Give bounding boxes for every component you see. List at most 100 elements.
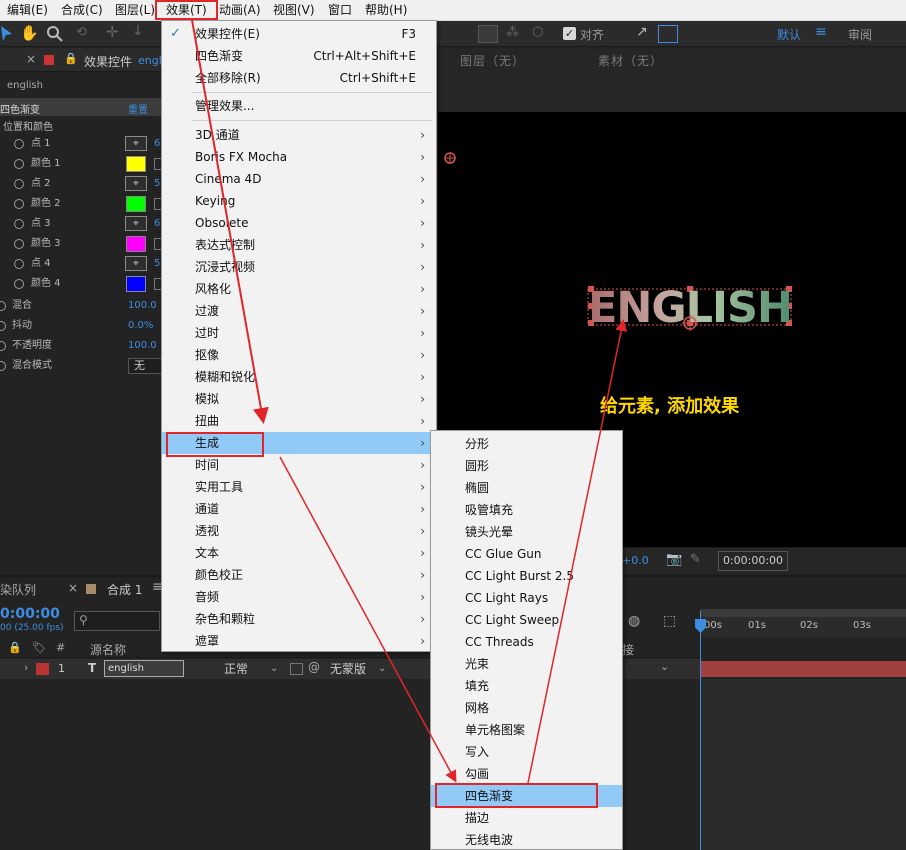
layer-name-field[interactable]: english [104, 660, 184, 677]
time-ruler[interactable]: 00s 01s 02s 03s [700, 617, 906, 637]
comp-tab[interactable]: 合成 1 [107, 581, 142, 598]
close-icon[interactable]: × [68, 581, 78, 595]
menu-item-immersive-video[interactable]: 沉浸式视频 › [162, 256, 436, 278]
render-queue-tab[interactable]: 染队列 [0, 581, 36, 598]
menu-view[interactable]: 视图(V) [273, 0, 315, 21]
menu-item-channel[interactable]: 通道 › [162, 498, 436, 520]
blend-mode-select[interactable]: 无 [128, 358, 162, 374]
menu-item-stylize[interactable]: 风格化 › [162, 278, 436, 300]
submenu-item-stroke[interactable]: 描边 [431, 807, 622, 829]
menu-item-matte[interactable]: 遮罩 › [162, 630, 436, 652]
reset-link[interactable]: 重置 [128, 101, 148, 116]
motion-blur-icon[interactable]: ◍ [628, 613, 640, 629]
color-4-swatch[interactable] [126, 276, 146, 292]
color-2-swatch[interactable] [126, 196, 146, 212]
point-4-value[interactable]: 5 [154, 254, 160, 274]
chevron-down-icon[interactable]: ⌄ [660, 660, 669, 673]
blend-mode-dropdown[interactable]: 正常 ⌄ [218, 660, 284, 678]
lock-icon[interactable]: 🔒 [64, 52, 78, 65]
submenu-item-cell-pattern[interactable]: 单元格图案 [431, 719, 622, 741]
effect-header[interactable]: 四色渐变 重置 [0, 98, 162, 116]
pan-behind-icon[interactable]: ↓ [132, 23, 144, 39]
point-target-icon[interactable]: ⌖ [125, 136, 147, 151]
stopwatch-icon[interactable] [14, 279, 24, 289]
timeline-timecode[interactable]: 0:00:00 [0, 606, 60, 622]
menu-item-effect-controls[interactable]: ✓ 效果控件(E) F3 [162, 23, 436, 45]
hand-tool-icon[interactable]: ✋ [20, 24, 39, 42]
menu-item-transition[interactable]: 过渡 › [162, 300, 436, 322]
snap-icon[interactable] [478, 25, 498, 43]
point-2-value[interactable]: 5 [154, 174, 160, 194]
menu-window[interactable]: 窗口 [328, 0, 352, 21]
menu-item-keying[interactable]: Keying › [162, 190, 436, 212]
roto-icon[interactable]: ⬡ [532, 25, 543, 40]
menu-item-obsolete[interactable]: Obsolete › [162, 212, 436, 234]
stopwatch-icon[interactable] [14, 219, 24, 229]
menu-item-keying-cn[interactable]: 抠像 › [162, 344, 436, 366]
stopwatch-icon[interactable] [0, 321, 6, 331]
rotate-tool-icon[interactable]: ⟲ [76, 25, 87, 40]
menu-item-remove-all[interactable]: 全部移除(R) Ctrl+Shift+E [162, 67, 436, 89]
show-snapshot-icon[interactable]: ✎ [690, 552, 701, 567]
footage-tab[interactable]: 素材（无） [598, 52, 663, 69]
menu-composition[interactable]: 合成(C) [61, 0, 103, 21]
menu-item-four-color-gradient[interactable]: 四色渐变 Ctrl+Alt+Shift+E [162, 45, 436, 67]
menu-item-noise-grain[interactable]: 杂色和颗粒 › [162, 608, 436, 630]
opacity-value[interactable]: 100.0 [128, 336, 157, 356]
submenu-item-cc-threads[interactable]: CC Threads [431, 631, 622, 653]
menu-item-cinema-4d[interactable]: Cinema 4D › [162, 168, 436, 190]
menu-edit[interactable]: 编辑(E) [7, 0, 48, 21]
submenu-item-circle[interactable]: 圆形 [431, 455, 622, 477]
stopwatch-icon[interactable] [14, 239, 24, 249]
menu-item-boris-mocha[interactable]: Boris FX Mocha › [162, 146, 436, 168]
stopwatch-icon[interactable] [14, 139, 24, 149]
source-name-header[interactable]: 源名称 [90, 641, 126, 658]
submenu-item-cc-light-rays[interactable]: CC Light Rays [431, 587, 622, 609]
menu-layer[interactable]: 图层(L) [115, 0, 155, 21]
submenu-item-write-on[interactable]: 写入 [431, 741, 622, 763]
menu-animation[interactable]: 动画(A) [219, 0, 261, 21]
menu-item-color-correction[interactable]: 颜色校正 › [162, 564, 436, 586]
snapshot-icon[interactable]: 📷 [666, 552, 682, 567]
layer-search-input[interactable]: ⚲ [74, 611, 160, 631]
jitter-value[interactable]: 0.0% [128, 316, 153, 336]
workspace-default[interactable]: 默认 [777, 26, 801, 43]
track-matte-dropdown[interactable]: 无蒙版 ⌄ [326, 660, 392, 678]
zoom-tool-icon[interactable] [46, 25, 64, 43]
submenu-item-radio-waves[interactable]: 无线电波 [431, 829, 622, 850]
menu-item-simulation[interactable]: 模拟 › [162, 388, 436, 410]
layer-tab[interactable]: 图层（无） [460, 52, 525, 69]
blend-value[interactable]: 100.0 [128, 296, 157, 316]
menu-item-outdated[interactable]: 过时 › [162, 322, 436, 344]
layer-duration-bar[interactable] [700, 661, 906, 677]
submenu-item-lens-flare[interactable]: 镜头光晕 [431, 521, 622, 543]
color-3-swatch[interactable] [126, 236, 146, 252]
menu-item-utility[interactable]: 实用工具 › [162, 476, 436, 498]
stopwatch-icon[interactable] [0, 301, 6, 311]
menu-help[interactable]: 帮助(H) [365, 0, 407, 21]
menu-item-perspective[interactable]: 透视 › [162, 520, 436, 542]
expand-icon[interactable]: ↗ [636, 24, 648, 40]
workspace-review[interactable]: 审阅 [848, 26, 872, 43]
submenu-item-cc-glue-gun[interactable]: CC Glue Gun [431, 543, 622, 565]
fit-icon[interactable] [658, 25, 678, 43]
color-1-swatch[interactable] [126, 156, 146, 172]
menu-item-blur-sharpen[interactable]: 模糊和锐化 › [162, 366, 436, 388]
menu-item-manage-effects[interactable]: 管理效果... [162, 95, 436, 117]
stopwatch-icon[interactable] [14, 199, 24, 209]
stopwatch-icon[interactable] [0, 361, 6, 371]
puppet-icon[interactable]: ⁂ [506, 25, 519, 40]
stopwatch-icon[interactable] [14, 179, 24, 189]
layer-label-color[interactable] [36, 663, 49, 675]
menu-item-expression-controls[interactable]: 表达式控制 › [162, 234, 436, 256]
preserve-transparency-checkbox[interactable] [290, 663, 303, 675]
submenu-item-fill[interactable]: 填充 [431, 675, 622, 697]
timecode-field[interactable]: 0:00:00:00 [718, 551, 788, 571]
playhead-line[interactable] [700, 611, 701, 850]
work-area-bar[interactable] [700, 609, 906, 617]
selection-tool-icon[interactable] [0, 25, 14, 43]
panel-title[interactable]: 效果控件 [84, 53, 132, 70]
submenu-item-cc-light-burst[interactable]: CC Light Burst 2.5 [431, 565, 622, 587]
submenu-item-cc-light-sweep[interactable]: CC Light Sweep [431, 609, 622, 631]
submenu-item-ellipse[interactable]: 椭圆 [431, 477, 622, 499]
